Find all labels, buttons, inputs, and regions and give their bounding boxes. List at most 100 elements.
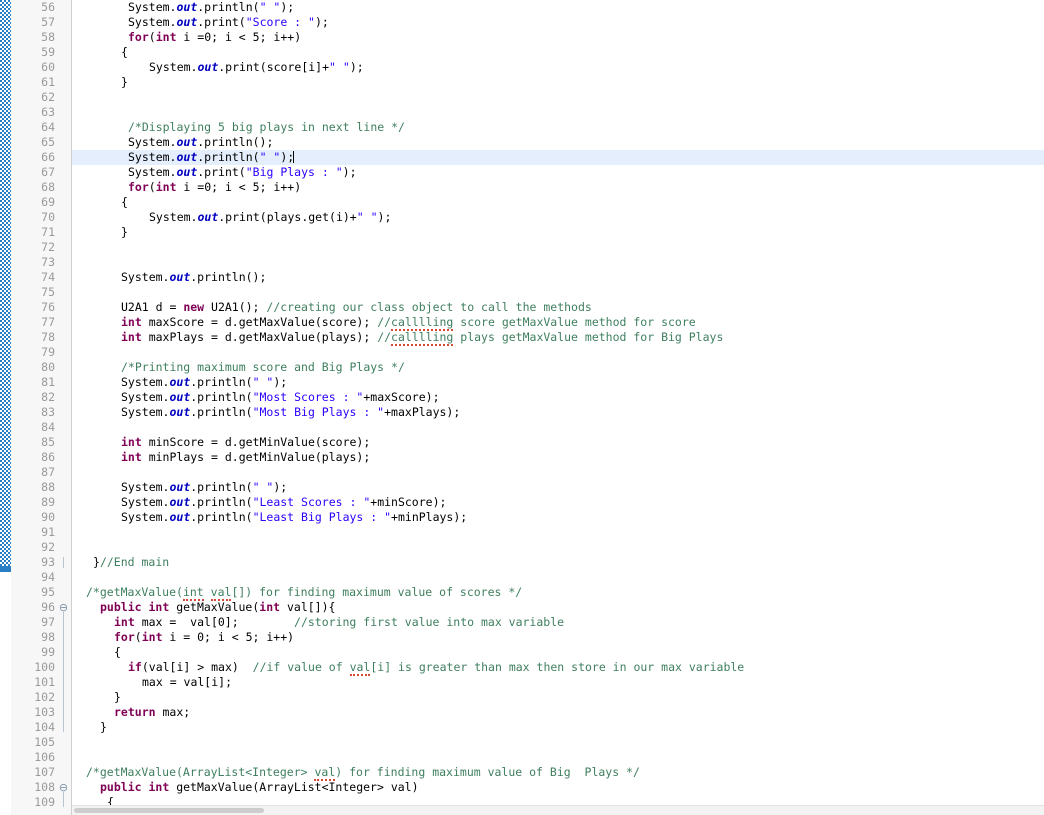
java-code-editor[interactable]: 56 57 58 59 60 61 62 63 64 65 66 67 68 69 70 71 72 73 74 75… (0, 0, 1044, 815)
changed-lines-marker[interactable] (0, 0, 11, 566)
code-token-cmt (204, 585, 211, 599)
line-number: 79 (41, 345, 55, 359)
code-token-plain: .println( (190, 510, 253, 524)
line-number: 109 (34, 795, 55, 809)
line-number: 62 (41, 90, 55, 104)
code-line[interactable]: System.out.println("Most Big Plays : "+m… (121, 405, 460, 420)
code-line[interactable]: if(val[i] > max) //if value of val[i] is… (128, 660, 744, 676)
code-token-plain: ); (377, 210, 392, 224)
code-token-plain: ( (148, 180, 156, 194)
line-number: 107 (34, 765, 55, 779)
spellcheck-misspelled-word: calllling (391, 315, 454, 331)
code-line[interactable]: { (121, 195, 128, 210)
line-number: 101 (34, 675, 55, 689)
code-line[interactable]: System.out.print("Score : "); (128, 15, 329, 30)
code-line[interactable]: System.out.println("Least Scores : "+min… (121, 495, 446, 510)
code-line[interactable]: System.out.println(" "); (121, 375, 287, 390)
code-token-fld: out (169, 405, 191, 419)
line-number: 59 (41, 45, 55, 59)
code-line[interactable]: int maxPlays = d.getMaxValue(plays); //c… (121, 330, 724, 346)
code-line[interactable]: } (100, 720, 107, 735)
fold-range-end-tick (63, 557, 64, 568)
line-number: 88 (41, 480, 55, 494)
line-number: 98 (41, 630, 55, 644)
code-token-cmt: /*getMaxValue(ArrayList<Integer> (86, 765, 315, 779)
code-line[interactable]: }//End main (93, 555, 169, 570)
code-token-kw: int (121, 330, 142, 344)
code-token-fld: out (169, 495, 191, 509)
code-token-fld: out (176, 15, 198, 29)
code-token-plain: System. (121, 480, 170, 494)
code-token-plain: .println( (190, 405, 253, 419)
code-token-fld: out (169, 270, 191, 284)
line-number: 67 (41, 165, 55, 179)
code-line[interactable]: { (121, 45, 128, 60)
code-line[interactable]: int max = val[0]; //storing first value … (114, 615, 564, 630)
code-line[interactable]: System.out.println(" "); (128, 0, 294, 15)
code-line[interactable]: /*Printing maximum score and Big Plays *… (121, 360, 405, 375)
code-token-plain: System. (121, 510, 170, 524)
horizontal-scroll-thumb[interactable] (74, 808, 264, 813)
code-line[interactable]: System.out.print("Big Plays : "); (128, 165, 357, 180)
code-token-cmt: ) for finding maximum value of Big Plays… (335, 765, 640, 779)
code-line[interactable]: System.out.print(plays.get(i)+" "); (149, 210, 391, 225)
code-token-plain: System. (128, 0, 177, 14)
code-line[interactable]: for(int i = 0; i < 5; i++) (114, 630, 294, 645)
line-number-gutter: 56 57 58 59 60 61 62 63 64 65 66 67 68 69 70 71 72 73 74 75… (11, 0, 72, 815)
code-line[interactable]: /*Displaying 5 big plays in next line */ (128, 120, 405, 135)
code-token-plain: System. (121, 390, 170, 404)
code-token-cmt: []) for finding maximum value of scores … (231, 585, 523, 599)
code-line[interactable]: max = val[i]; (142, 675, 232, 690)
code-line[interactable]: System.out.println(); (121, 270, 266, 285)
code-token-kw: int (148, 780, 170, 794)
code-token-str: "Least Scores : " (252, 495, 371, 509)
code-line[interactable]: U2A1 d = new U2A1(); //creating our clas… (121, 300, 592, 315)
code-line[interactable]: int minPlays = d.getMinValue(plays); (121, 450, 370, 465)
spellcheck-misspelled-word: val (349, 660, 371, 676)
code-line[interactable]: System.out.println("Most Scores : "+maxS… (121, 390, 440, 405)
code-line[interactable]: System.out.print(score[i]+" "); (149, 60, 364, 75)
code-token-kw: int (121, 435, 142, 449)
code-line[interactable]: for(int i =0; i < 5; i++) (128, 180, 301, 195)
code-token-kw: for (128, 30, 149, 44)
code-line[interactable]: } (121, 75, 128, 90)
line-number: 103 (34, 705, 55, 719)
code-line[interactable]: public int getMaxValue(ArrayList<Integer… (100, 780, 419, 795)
line-number: 99 (41, 645, 55, 659)
code-token-cmt: // (377, 330, 392, 344)
code-token-plain: .print( (197, 165, 246, 179)
code-line[interactable]: for(int i =0; i < 5; i++) (128, 30, 301, 45)
line-number: 72 (41, 240, 55, 254)
code-line[interactable]: } (121, 225, 128, 240)
code-line[interactable]: System.out.println(" "); (121, 480, 287, 495)
code-token-kw: int (121, 450, 142, 464)
code-token-plain: .print(plays.get(i)+ (218, 210, 357, 224)
code-line[interactable]: /*getMaxValue(int val[]) for finding max… (86, 585, 523, 601)
line-number: 76 (41, 300, 55, 314)
code-line[interactable]: int minScore = d.getMinValue(score); (121, 435, 370, 450)
code-line[interactable]: public int getMaxValue(int val[]){ (100, 600, 335, 615)
spellcheck-misspelled-word: int (182, 585, 204, 601)
line-number: 95 (41, 585, 55, 599)
code-line[interactable]: System.out.println(); (128, 135, 273, 150)
code-text-area[interactable]: System.out.println(" "); System.out.print… (72, 0, 1044, 815)
code-line[interactable]: { (114, 645, 121, 660)
code-line[interactable]: /*getMaxValue(ArrayList<Integer> val) fo… (86, 765, 640, 781)
code-token-cmt: plays getMaxValue method for Big Plays (453, 330, 724, 344)
code-token-plain: getMaxValue( (169, 600, 260, 614)
code-token-plain: .println( (190, 390, 253, 404)
changed-lines-marker-end[interactable] (0, 566, 11, 572)
code-line[interactable]: return max; (114, 705, 190, 720)
code-line[interactable]: System.out.println(" "); (128, 150, 295, 165)
line-number: 71 (41, 225, 55, 239)
code-token-fld: out (176, 0, 198, 14)
code-line[interactable]: } (114, 690, 121, 705)
code-token-cmt: // (377, 315, 392, 329)
code-token-kw: for (114, 630, 135, 644)
fold-range-indicator (63, 792, 64, 807)
horizontal-scrollbar[interactable] (72, 805, 1044, 815)
code-line[interactable]: int maxScore = d.getMaxValue(score); //c… (121, 315, 696, 331)
code-token-plain: ); (280, 150, 295, 164)
line-number: 61 (41, 75, 55, 89)
code-line[interactable]: System.out.println("Least Big Plays : "+… (121, 510, 467, 525)
